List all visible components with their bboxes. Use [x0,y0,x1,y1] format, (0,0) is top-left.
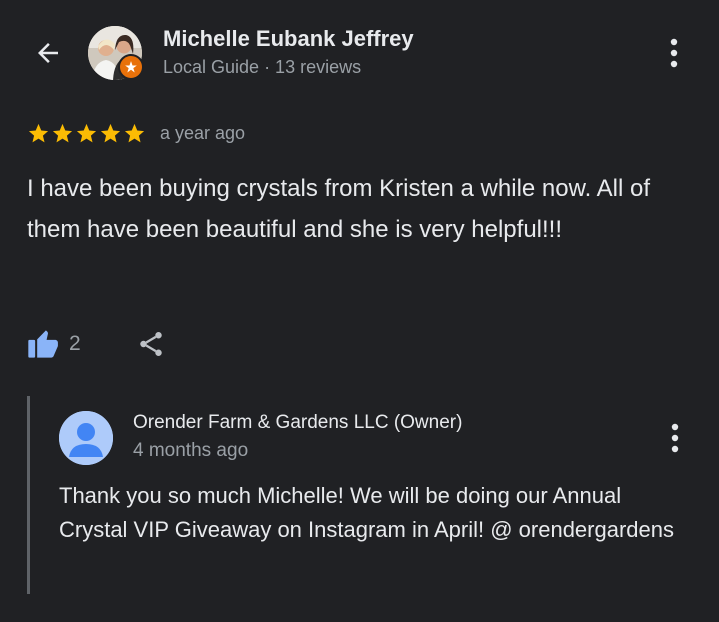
owner-avatar [59,411,113,465]
owner-reply-time: 4 months ago [133,440,249,461]
more-vert-icon [670,38,678,68]
review-header: Michelle Eubank Jeffrey Local Guide · 13… [0,0,719,100]
star-icon [124,123,145,142]
more-vert-icon [671,423,679,453]
reviewer-meta: Local Guide · 13 reviews [163,57,362,77]
thumb-up-icon [28,330,58,358]
person-icon [59,411,113,465]
star-icon [100,123,121,142]
review-time: a year ago [160,122,246,143]
rating-row: a year ago [27,119,245,147]
reviewer-name[interactable]: Michelle Eubank Jeffrey [163,26,414,52]
review-detail-page: Michelle Eubank Jeffrey Local Guide · 13… [0,0,719,622]
owner-name: Orender Farm & Gardens LLC (Owner) [133,412,463,433]
reviewer-avatar[interactable] [88,26,144,82]
like-button[interactable]: 2 [27,329,81,359]
local-guide-badge-icon [118,54,144,80]
star-rating [27,122,146,145]
share-button[interactable] [133,326,169,362]
review-actions: 2 [27,324,169,364]
star-icon [28,123,49,142]
back-button[interactable] [28,33,68,73]
review-text: I have been buying crystals from Kristen… [27,175,650,243]
more-options-button[interactable] [659,33,689,73]
owner-reply-text: Thank you so much Michelle! We will be d… [59,483,674,542]
reply-more-options-button[interactable] [660,418,690,458]
star-icon [52,123,73,142]
owner-reply: Orender Farm & Gardens LLC (Owner) 4 mon… [27,396,690,594]
share-icon [139,332,162,356]
arrow-back-icon [38,43,58,63]
like-count: 2 [69,332,81,355]
star-icon [76,123,97,142]
